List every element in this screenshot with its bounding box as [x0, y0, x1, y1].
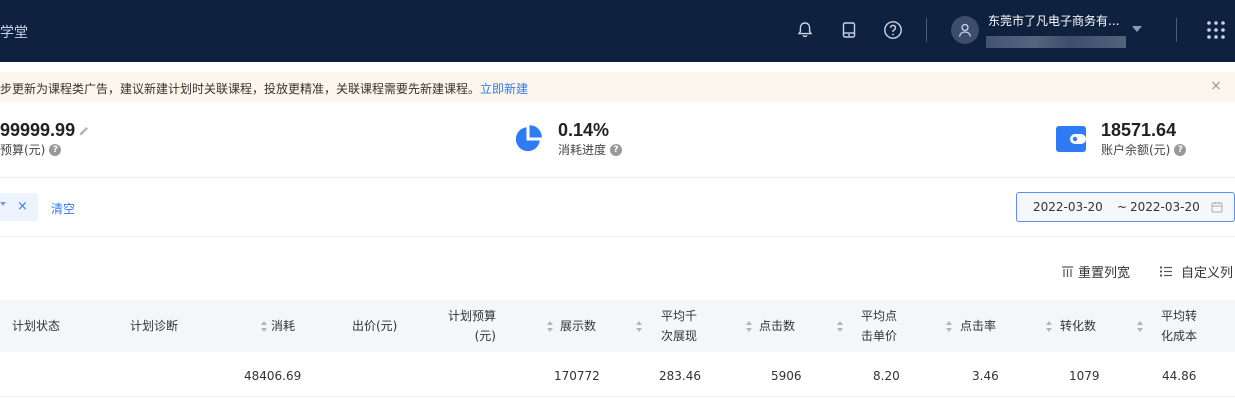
date-separator: ~ [1117, 200, 1128, 214]
column-header-bid[interactable]: 出价(元) [352, 316, 397, 336]
pie-progress-icon [513, 124, 543, 158]
progress-label: 消耗进度 ? [558, 141, 623, 158]
table-header: 计划状态 计划诊断 消耗 出价(元) 计划预算 (元) 展示数 平均千 次展现 … [0, 300, 1235, 352]
reset-column-width-button[interactable]: 重置列宽 [1062, 262, 1130, 281]
budget-value: 99999.99 [0, 120, 76, 140]
user-avatar-icon[interactable] [951, 16, 979, 44]
row-divider [0, 396, 1235, 397]
date-range-picker[interactable]: 2022-03-20 ~ 2022-03-20 [1016, 192, 1235, 222]
close-icon[interactable]: × [1208, 78, 1224, 94]
cell-impressions: 170772 [554, 369, 600, 383]
toolbar-divider [1176, 18, 1177, 42]
column-header-cpc-line2: 击单价 [860, 329, 897, 343]
cell-conversions: 1079 [1069, 369, 1100, 383]
column-header-clicks[interactable]: 点击数 [759, 316, 795, 336]
column-header-cpm-line1: 平均千 [660, 309, 697, 323]
column-header-cpa[interactable]: 平均转 化成本 [1155, 306, 1197, 346]
create-now-link[interactable]: 立即新建 [480, 82, 528, 96]
custom-columns-label: 自定义列 [1181, 266, 1234, 281]
column-header-cpc[interactable]: 平均点 击单价 [855, 306, 897, 346]
sort-icon[interactable] [746, 321, 752, 333]
account-id-blurred [986, 36, 1126, 48]
column-header-cpm[interactable]: 平均千 次展现 [655, 306, 697, 346]
brand-text: 学堂 [0, 25, 28, 41]
notice-message: 步更新为课程类广告，建议新建计划时关联课程，投放更精准，关联课程需要先新建课程。 [0, 82, 481, 96]
filter-tag[interactable]: × [0, 193, 38, 221]
custom-columns-button[interactable]: 自定义列 [1160, 262, 1233, 281]
cell-cpa: 44.86 [1162, 369, 1197, 383]
section-divider [0, 177, 1235, 178]
calendar-icon[interactable] [1211, 201, 1223, 216]
sort-icon[interactable] [261, 321, 267, 333]
column-header-ctr[interactable]: 点击率 [960, 316, 996, 336]
chevron-down-icon [0, 202, 6, 206]
progress-value: 0.14% [558, 120, 610, 140]
column-header-status[interactable]: 计划状态 [12, 316, 60, 336]
column-header-cpa-line2: 化成本 [1160, 329, 1197, 343]
edit-pencil-icon[interactable] [78, 122, 90, 141]
cell-ctr: 3.46 [972, 369, 999, 383]
notice-text: 步更新为课程类广告，建议新建计划时关联课程，投放更精准，关联课程需要先新建课程。… [0, 80, 528, 97]
budget-label-text: 预算(元) [0, 143, 46, 157]
budget-label: 预算(元) ? [0, 141, 62, 158]
bell-icon[interactable] [794, 19, 816, 41]
balance-label: 账户余额(元) ? [1101, 141, 1187, 158]
column-header-budget[interactable]: 计划预算 (元) [430, 306, 496, 346]
cell-cpm: 283.46 [659, 369, 701, 383]
close-icon[interactable]: × [17, 199, 28, 214]
column-header-cpm-line2: 次展现 [660, 329, 697, 343]
progress-label-text: 消耗进度 [558, 143, 607, 157]
column-header-cpc-line1: 平均点 [860, 309, 897, 323]
top-navigation-bar: 学堂 东莞市了凡电子商务有... [0, 0, 1235, 62]
help-circle-icon[interactable] [882, 19, 904, 41]
sort-icon[interactable] [636, 321, 642, 333]
list-icon [1160, 266, 1172, 277]
section-divider [0, 236, 1235, 237]
balance-label-text: 账户余额(元) [1101, 143, 1171, 157]
column-header-diagnosis[interactable]: 计划诊断 [130, 316, 178, 336]
account-name[interactable]: 东莞市了凡电子商务有... [988, 12, 1119, 29]
toolbar-divider [926, 18, 927, 42]
column-header-conversions[interactable]: 转化数 [1060, 316, 1096, 336]
help-icon[interactable]: ? [610, 143, 623, 156]
reset-column-width-label: 重置列宽 [1078, 266, 1131, 281]
notice-banner: 步更新为课程类广告，建议新建计划时关联课程，投放更精准，关联课程需要先新建课程。… [0, 72, 1235, 102]
wallet-icon [1056, 126, 1086, 156]
tablet-icon[interactable] [838, 19, 860, 41]
date-from[interactable]: 2022-03-20 [1033, 200, 1103, 214]
help-icon[interactable]: ? [49, 143, 62, 156]
sort-icon[interactable] [547, 321, 553, 333]
cell-clicks: 5906 [771, 369, 802, 383]
column-header-cost[interactable]: 消耗 [271, 316, 295, 336]
clear-filters-link[interactable]: 清空 [51, 200, 75, 217]
chevron-down-icon[interactable] [1132, 26, 1142, 32]
column-header-cpa-line1: 平均转 [1160, 309, 1197, 323]
sort-icon[interactable] [1137, 321, 1143, 333]
sort-icon[interactable] [946, 321, 952, 333]
column-resize-icon [1062, 266, 1073, 277]
balance-value: 18571.64 [1101, 120, 1177, 140]
apps-grid-icon[interactable] [1205, 19, 1227, 41]
sort-icon[interactable] [837, 321, 843, 333]
column-header-impressions[interactable]: 展示数 [560, 316, 596, 336]
cell-cost: 48406.69 [244, 369, 302, 383]
cell-cpc: 8.20 [873, 369, 900, 383]
sort-icon[interactable] [1046, 321, 1052, 333]
date-to[interactable]: 2022-03-20 [1130, 200, 1200, 214]
column-header-budget-line2: (元) [474, 329, 496, 343]
column-header-budget-line1: 计划预算 [447, 309, 496, 323]
help-icon[interactable]: ? [1174, 143, 1187, 156]
